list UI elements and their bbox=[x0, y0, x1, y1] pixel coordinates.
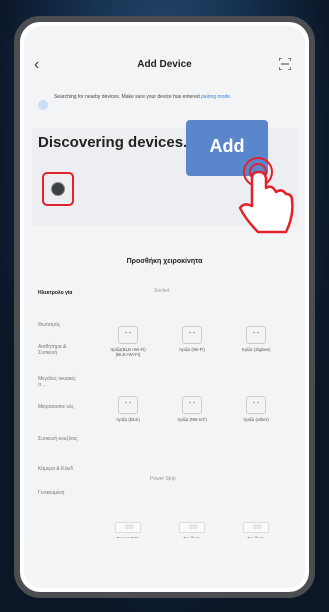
device-tile[interactable]: • • πρίζα (BLE) bbox=[106, 396, 150, 422]
power-strip-icon: · ▯▯▯ bbox=[243, 522, 269, 533]
device-tile[interactable]: • • πρίζα (Wi-Fi) bbox=[170, 326, 214, 352]
category-item[interactable]: Μεγάλες οικιακές σ... bbox=[38, 376, 78, 388]
device-tile[interactable]: • • πρίζα (Zigbee) bbox=[234, 326, 278, 352]
category-item[interactable]: Αισθητήρα & Συσκευή bbox=[38, 344, 78, 356]
device-label: πρίζα (BLE) bbox=[116, 417, 140, 422]
category-item[interactable]: Φωτισμός bbox=[38, 322, 78, 328]
socket-icon: • • bbox=[246, 396, 266, 414]
socket-icon: • • bbox=[118, 326, 138, 344]
info-icon bbox=[38, 100, 48, 110]
discovered-device-highlight[interactable] bbox=[42, 172, 74, 206]
device-label: πρίζα (NB-IoT) bbox=[177, 417, 207, 422]
phone-frame: ‹ Add Device Searching for nearby device… bbox=[14, 16, 315, 598]
bottom-bar bbox=[24, 538, 305, 588]
socket-icon: • • bbox=[182, 326, 202, 344]
category-item[interactable]: Συσκευή κουζίνας bbox=[38, 436, 78, 442]
device-tile[interactable]: • • πρίζα (other) bbox=[234, 396, 278, 422]
device-label: πρίζα (Wi-Fi) bbox=[179, 347, 205, 352]
device-tile[interactable]: • • πρίζα (NB-IoT) bbox=[170, 396, 214, 422]
page-title: Add Device bbox=[137, 59, 192, 70]
section-power-strip: Power Strip bbox=[150, 476, 176, 482]
device-tile[interactable]: • • πρίζα(BLE+Wi-Fi) (BLE+Wi-Fi) bbox=[106, 326, 150, 357]
header-bar: ‹ Add Device bbox=[24, 56, 305, 82]
discovering-label: Discovering devices... bbox=[38, 134, 196, 151]
device-label: πρίζα(BLE+Wi-Fi) (BLE+Wi-Fi) bbox=[110, 347, 146, 357]
socket-icon: • • bbox=[118, 396, 138, 414]
socket-icon: • • bbox=[182, 396, 202, 414]
search-notice: Searching for nearby devices. Make sure … bbox=[38, 94, 295, 116]
power-strip-icon: · ▯▯▯ bbox=[179, 522, 205, 533]
hand-pointer-icon bbox=[238, 157, 294, 234]
category-item[interactable]: Κάμερα & Κλειδ bbox=[38, 466, 78, 472]
category-item[interactable]: Γενικευμένη bbox=[38, 490, 78, 496]
device-label: πρίζα (Zigbee) bbox=[241, 347, 271, 352]
power-strip-icon: · ▯▯▯ bbox=[115, 522, 141, 533]
pairing-mode-link[interactable]: pairing mode. bbox=[201, 94, 231, 100]
category-item[interactable]: Μικροσυσκε υές bbox=[38, 404, 78, 410]
section-socket: Socket bbox=[154, 288, 170, 294]
device-label: πρίζα (other) bbox=[243, 417, 269, 422]
scan-icon[interactable] bbox=[279, 58, 291, 70]
phone-screen: ‹ Add Device Searching for nearby device… bbox=[24, 26, 305, 588]
notice-text: Searching for nearby devices. Make sure … bbox=[54, 94, 232, 100]
category-item[interactable]: Ηλεκτρολο γία bbox=[38, 290, 78, 296]
discovered-device-icon bbox=[51, 182, 65, 196]
socket-icon: • • bbox=[246, 326, 266, 344]
manual-add-title: Προσθήκη χειροκίνητα bbox=[126, 258, 203, 265]
